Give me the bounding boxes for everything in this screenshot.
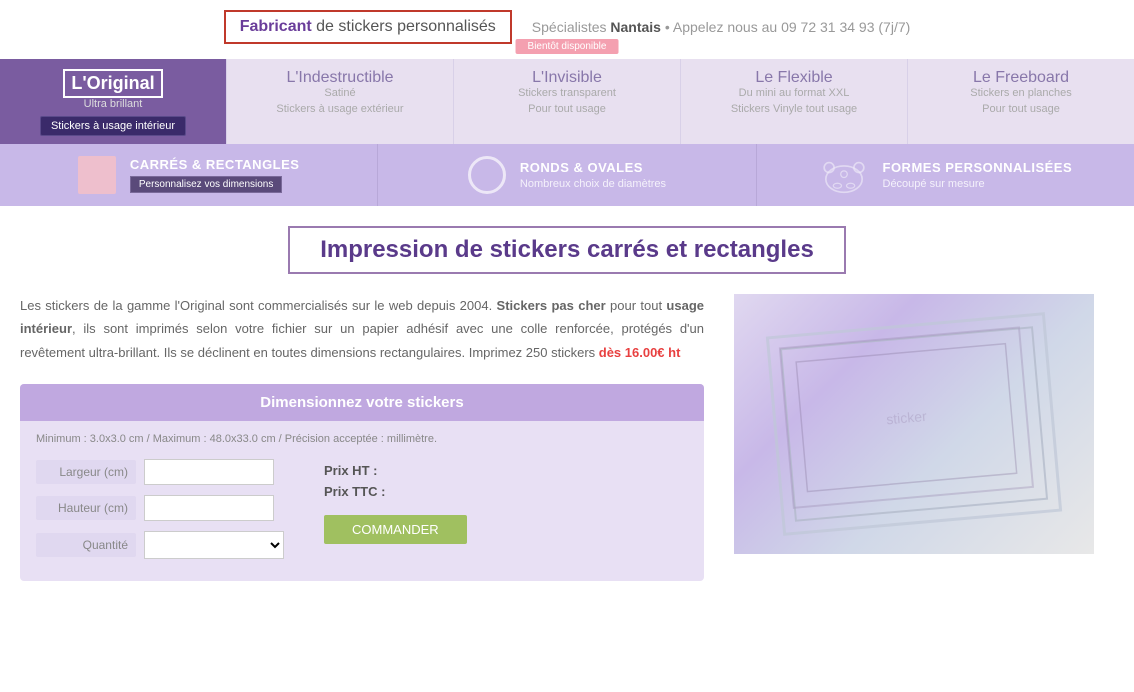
dim-hauteur-row: Hauteur (cm) [36,495,284,521]
soon-badge: Bientôt disponible [516,39,619,54]
shape-label-ronds: RONDS & OVALES Nombreux choix de diamètr… [520,160,666,190]
shape-item-ronds[interactable]: RONDS & OVALES Nombreux choix de diamètr… [378,144,756,206]
description-text: Les stickers de la gamme l'Original sont… [20,294,704,364]
dim-min-max: Minimum : 3.0x3.0 cm / Maximum : 48.0x33… [36,433,688,445]
shape-item-formes[interactable]: FORMES PERSONNALISÉES Découpé sur mesure [757,144,1134,206]
page-title: Impression de stickers carrés et rectang… [320,236,814,264]
hauteur-label: Hauteur (cm) [36,496,136,520]
desc-text1: Les stickers de la gamme l'Original sont… [20,298,492,313]
shape-name-carres: CARRÉS & RECTANGLES [130,157,300,172]
tab-indestructible-subtitle: Satiné [235,87,445,99]
tab-indestructible-desc: Stickers à usage extérieur [235,103,445,115]
prix-ttc-label: Prix TTC : [324,484,385,499]
dim-quantite-row: Quantité 250 500 1000 2000 5000 [36,531,284,559]
shape-name-ronds: RONDS & OVALES [520,160,666,175]
hauteur-input[interactable] [144,495,274,521]
tab-invisible-title: L'Invisible [462,69,672,87]
shape-nav: CARRÉS & RECTANGLES Personnalisez vos di… [0,144,1134,206]
contact-prefix: Spécialistes [532,19,611,35]
header-contact: Spécialistes Nantais • Appelez nous au 0… [532,19,911,35]
circle-icon [468,156,506,194]
bear-icon [819,156,869,194]
tab-freeboard[interactable]: Le Freeboard Stickers en planches Pour t… [908,59,1134,144]
largeur-input[interactable] [144,459,274,485]
brand-box: Fabricant de stickers personnalisés [224,10,512,44]
contact-city: Nantais [610,19,661,35]
dim-form-row: Largeur (cm) Hauteur (cm) Quantité [36,459,688,569]
desc-text2: pour tout [606,298,667,313]
tab-freeboard-title: Le Freeboard [916,69,1126,87]
shape-sub-ronds: Nombreux choix de diamètres [520,178,666,190]
quantite-label: Quantité [36,533,136,557]
contact-phone: 09 72 31 34 93 (7j/7) [781,19,910,35]
brand-prefix: Fabricant [240,18,312,35]
tab-invisible[interactable]: L'Invisible Stickers transparent Pour to… [454,59,681,144]
tab-invisible-desc: Pour tout usage [462,103,672,115]
tab-invisible-subtitle: Stickers transparent [462,87,672,99]
prix-ht-row: Prix HT : [324,463,467,478]
nav-tabs: Bientôt disponible L'Original Ultra bril… [0,59,1134,144]
prix-ttc-row: Prix TTC : [324,484,467,499]
tab-original[interactable]: L'Original Ultra brillant Stickers à usa… [0,59,227,144]
square-icon [78,156,116,194]
tab-indestructible[interactable]: L'Indestructible Satiné Stickers à usage… [227,59,454,144]
content-left: Les stickers de la gamme l'Original sont… [20,294,704,581]
contact-separator: • Appelez nous au [661,19,781,35]
tab-freeboard-desc: Pour tout usage [916,103,1126,115]
desc-bold1: Stickers pas cher [497,298,606,313]
page-title-wrap: Impression de stickers carrés et rectang… [0,226,1134,274]
dim-inputs: Largeur (cm) Hauteur (cm) Quantité [36,459,284,569]
sticker-image: sticker [734,294,1094,554]
svg-text:sticker: sticker [886,408,928,427]
tab-original-title: L'Original [63,69,162,98]
dimension-box: Dimensionnez votre stickers Minimum : 3.… [20,384,704,581]
content-area: Les stickers de la gamme l'Original sont… [0,294,1134,581]
dim-header: Dimensionnez votre stickers [20,384,704,421]
shape-label-formes: FORMES PERSONNALISÉES Découpé sur mesure [883,160,1073,190]
brand-text: de stickers personnalisés [312,18,496,35]
dim-prices: Prix HT : Prix TTC : COMMANDER [324,459,467,569]
shape-label-carres: CARRÉS & RECTANGLES Personnalisez vos di… [130,157,300,193]
largeur-label: Largeur (cm) [36,460,136,484]
quantite-select[interactable]: 250 500 1000 2000 5000 [144,531,284,559]
tab-flexible[interactable]: Le Flexible Du mini au format XXL Sticke… [681,59,908,144]
shape-name-formes: FORMES PERSONNALISÉES [883,160,1073,175]
tab-flexible-title: Le Flexible [689,69,899,87]
commander-button[interactable]: COMMANDER [324,515,467,544]
tab-flexible-desc: Stickers Vinyle tout usage [689,103,899,115]
dim-largeur-row: Largeur (cm) [36,459,284,485]
shape-sub-carres[interactable]: Personnalisez vos dimensions [130,176,283,193]
tab-original-desc[interactable]: Stickers à usage intérieur [40,116,186,136]
content-right: sticker [734,294,1114,581]
dim-body: Minimum : 3.0x3.0 cm / Maximum : 48.0x33… [20,421,704,581]
shape-item-carres[interactable]: CARRÉS & RECTANGLES Personnalisez vos di… [0,144,378,206]
page-title-box: Impression de stickers carrés et rectang… [288,226,846,274]
prix-ht-label: Prix HT : [324,463,377,478]
tab-freeboard-subtitle: Stickers en planches [916,87,1126,99]
desc-price: dès 16.00€ ht [599,345,681,360]
shape-sub-formes: Découpé sur mesure [883,178,1073,190]
sticker-image-inner: sticker [766,312,1062,536]
tab-indestructible-title: L'Indestructible [235,69,445,87]
tab-flexible-subtitle: Du mini au format XXL [689,87,899,99]
tab-original-subtitle: Ultra brillant [8,98,218,110]
